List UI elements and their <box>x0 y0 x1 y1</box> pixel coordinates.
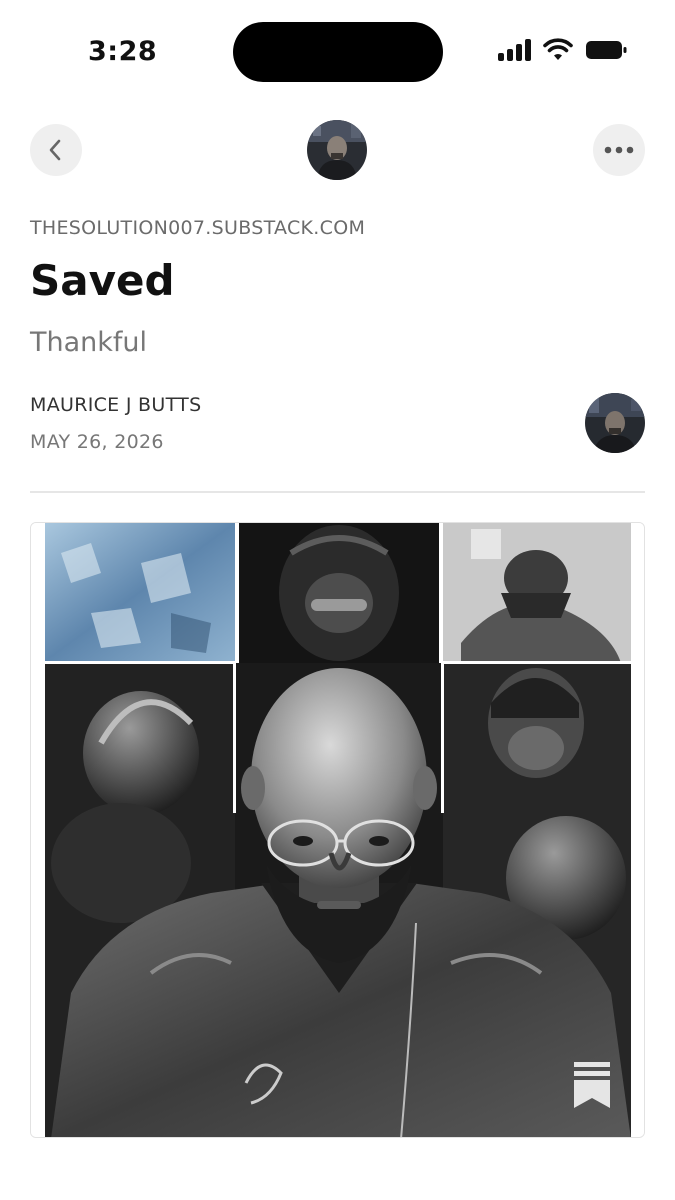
post-cover-image[interactable] <box>30 522 645 1138</box>
header-divider <box>30 491 645 493</box>
back-button[interactable] <box>30 124 82 176</box>
publication-link[interactable]: THESOLUTION007.SUBSTACK.COM <box>30 217 365 239</box>
post-subtitle: Thankful <box>30 327 148 358</box>
status-icons <box>498 38 627 62</box>
dynamic-island <box>233 22 443 82</box>
wifi-icon <box>543 38 573 60</box>
post-title: Saved <box>30 256 175 305</box>
author-avatar[interactable] <box>585 393 645 453</box>
battery-icon <box>586 41 627 59</box>
bookmark-icon[interactable] <box>572 1060 612 1110</box>
status-bar: 3:28 <box>0 0 675 100</box>
status-time: 3:28 <box>88 36 158 67</box>
author-name[interactable]: MAURICE J BUTTS <box>30 394 201 416</box>
publication-avatar[interactable] <box>307 120 367 180</box>
chevron-left-icon <box>49 139 61 161</box>
post-date: MAY 26, 2026 <box>30 431 164 453</box>
ellipsis-icon <box>604 146 634 154</box>
cover-artwork <box>31 523 644 1137</box>
more-options-button[interactable] <box>593 124 645 176</box>
cellular-signal-icon <box>498 39 531 61</box>
